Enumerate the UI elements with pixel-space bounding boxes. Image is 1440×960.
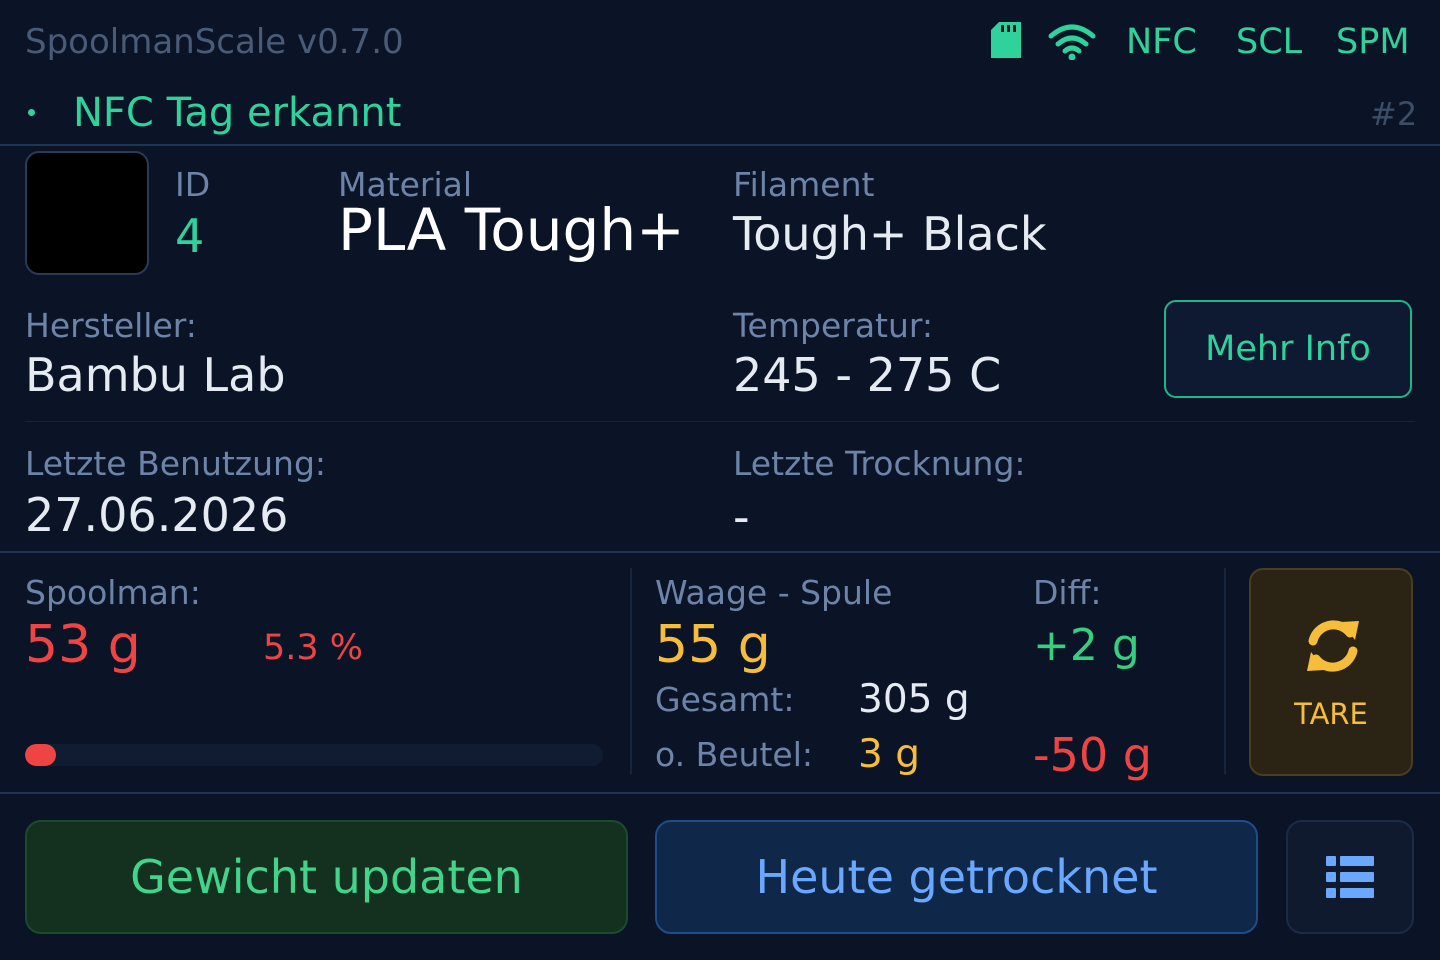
nfc-status-tag: NFC (1126, 22, 1197, 62)
last-dried-value: - (733, 490, 750, 544)
tare-label: TARE (1294, 697, 1368, 731)
vendor-value: Bambu Lab (25, 348, 286, 402)
status-dot (28, 109, 35, 116)
diff-label: Diff: (1033, 573, 1102, 612)
tare-button[interactable]: TARE (1249, 568, 1413, 776)
divider (0, 792, 1440, 794)
refresh-icon (1307, 620, 1359, 672)
menu-button[interactable] (1286, 820, 1414, 934)
filament-value: Tough+ Black (733, 207, 1047, 261)
temperature-value: 245 - 275 C (733, 348, 1002, 402)
wifi-icon (1048, 24, 1096, 60)
last-used-label: Letzte Benutzung: (25, 444, 327, 483)
no-bag-label: o. Beutel: (655, 735, 813, 774)
remaining-progress-bar (25, 744, 603, 766)
filament-label: Filament (733, 165, 875, 204)
more-info-button[interactable]: Mehr Info (1164, 300, 1412, 398)
spoolman-status-tag: SPM (1336, 22, 1410, 62)
app-title: SpoolmanScale v0.7.0 (25, 22, 404, 62)
scale-label: Waage - Spule (655, 573, 893, 612)
scale-number: #2 (1370, 95, 1418, 133)
divider (0, 551, 1440, 553)
spoolman-label: Spoolman: (25, 573, 201, 612)
remaining-progress-fill (25, 744, 56, 766)
status-message: NFC Tag erkannt (73, 90, 402, 136)
divider (25, 421, 1415, 422)
scale-status-tag: SCL (1236, 22, 1303, 62)
temperature-label: Temperatur: (733, 306, 933, 345)
id-label: ID (175, 165, 211, 204)
spoolman-percent: 5.3 % (263, 628, 364, 668)
update-weight-button[interactable]: Gewicht updaten (25, 820, 628, 934)
total-label: Gesamt: (655, 680, 795, 719)
total-value: 305 g (858, 677, 970, 722)
divider (0, 144, 1440, 146)
divider (1224, 568, 1226, 774)
spool-id: 4 (175, 209, 205, 263)
no-bag-diff: -50 g (1033, 728, 1152, 782)
diff-value: +2 g (1033, 620, 1140, 671)
divider (630, 568, 632, 774)
last-used-value: 27.06.2026 (25, 488, 289, 542)
list-icon (1326, 856, 1374, 898)
dried-today-button[interactable]: Heute getrocknet (655, 820, 1258, 934)
sd-card-icon (991, 22, 1021, 58)
material-value: PLA Tough+ (338, 196, 685, 264)
filament-color-swatch (25, 151, 149, 275)
last-dried-label: Letzte Trocknung: (733, 444, 1026, 483)
scale-weight: 55 g (655, 615, 771, 675)
spoolman-weight: 53 g (25, 615, 141, 675)
vendor-label: Hersteller: (25, 306, 197, 345)
no-bag-value: 3 g (858, 732, 920, 777)
